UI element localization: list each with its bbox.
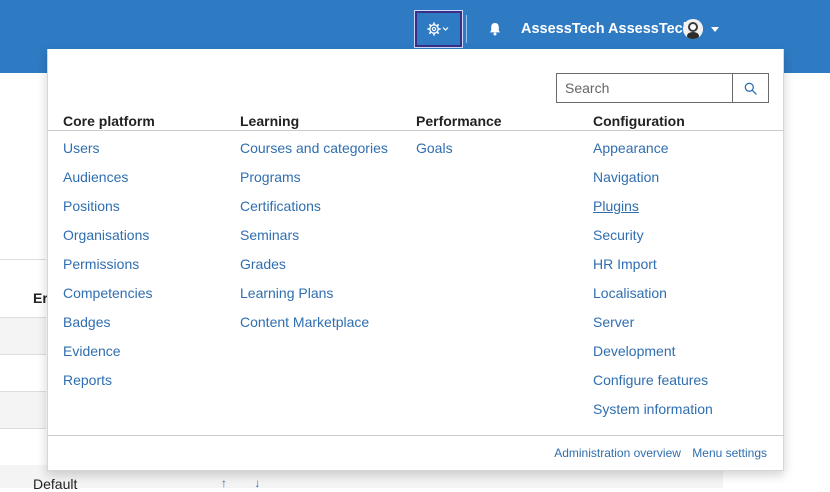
menu-column-configuration: Configuration Appearance Navigation Plug… [593,112,769,429]
menu-column-performance: Performance Goals [416,112,592,168]
menu-footer-divider [48,435,784,436]
background-row [0,391,46,428]
background-divider [0,317,46,318]
menu-link-security[interactable]: Security [593,227,644,243]
menu-column-learning: Learning Courses and categories Programs… [240,112,416,342]
menu-link-learning-plans[interactable]: Learning Plans [240,285,333,301]
menu-search [556,73,769,103]
background-row [0,317,46,354]
background-column-header: Er [33,290,48,306]
column-title: Performance [416,113,502,129]
menu-link-courses-and-categories[interactable]: Courses and categories [240,140,388,156]
background-divider [0,428,46,429]
search-icon [744,82,757,95]
search-input[interactable] [556,73,732,103]
menu-column-core-platform: Core platform Users Audiences Positions … [63,112,239,400]
column-title: Configuration [593,113,685,129]
menu-link-badges[interactable]: Badges [63,314,110,330]
menu-link-configure-features[interactable]: Configure features [593,372,708,388]
menu-link-system-information[interactable]: System information [593,401,713,417]
admin-menu-toggle[interactable] [414,10,463,48]
menu-link-reports[interactable]: Reports [63,372,112,388]
navbar-divider [466,15,467,43]
menu-link-plugins[interactable]: Plugins [593,198,639,214]
menu-link-permissions[interactable]: Permissions [63,256,139,272]
gear-icon [426,22,448,36]
menu-link-users[interactable]: Users [63,140,100,156]
chevron-down-icon [442,27,448,31]
menu-link-localisation[interactable]: Localisation [593,285,667,301]
menu-link-appearance[interactable]: Appearance [593,140,669,156]
background-row-text: Default [33,476,78,492]
background-divider [0,391,46,392]
menu-link-certifications[interactable]: Certifications [240,198,321,214]
menu-link-grades[interactable]: Grades [240,256,286,272]
bell-icon[interactable] [487,21,503,37]
menu-link-evidence[interactable]: Evidence [63,343,121,359]
menu-link-goals[interactable]: Goals [416,140,453,156]
menu-link-programs[interactable]: Programs [240,169,301,185]
menu-link-organisations[interactable]: Organisations [63,227,149,243]
background-divider [0,259,46,260]
column-title: Learning [240,113,300,129]
menu-link-audiences[interactable]: Audiences [63,169,128,185]
menu-link-positions[interactable]: Positions [63,198,120,214]
admin-dropdown-menu: Core platform Users Audiences Positions … [47,49,784,471]
menu-link-navigation[interactable]: Navigation [593,169,659,185]
search-button[interactable] [732,73,769,103]
menu-link-competencies[interactable]: Competencies [63,285,153,301]
menu-settings-link[interactable]: Menu settings [692,446,767,460]
avatar[interactable] [683,19,703,39]
menu-link-hr-import[interactable]: HR Import [593,256,657,272]
user-menu-name[interactable]: AssessTech AssessTech [521,20,692,38]
menu-link-development[interactable]: Development [593,343,676,359]
menu-link-content-marketplace[interactable]: Content Marketplace [240,314,369,330]
column-title: Core platform [63,113,155,129]
menu-footer: Administration overview Menu settings [546,446,767,460]
menu-link-server[interactable]: Server [593,314,634,330]
menu-link-seminars[interactable]: Seminars [240,227,299,243]
administration-overview-link[interactable]: Administration overview [554,446,681,460]
user-menu-caret-icon[interactable] [711,27,719,32]
background-divider [0,354,46,355]
